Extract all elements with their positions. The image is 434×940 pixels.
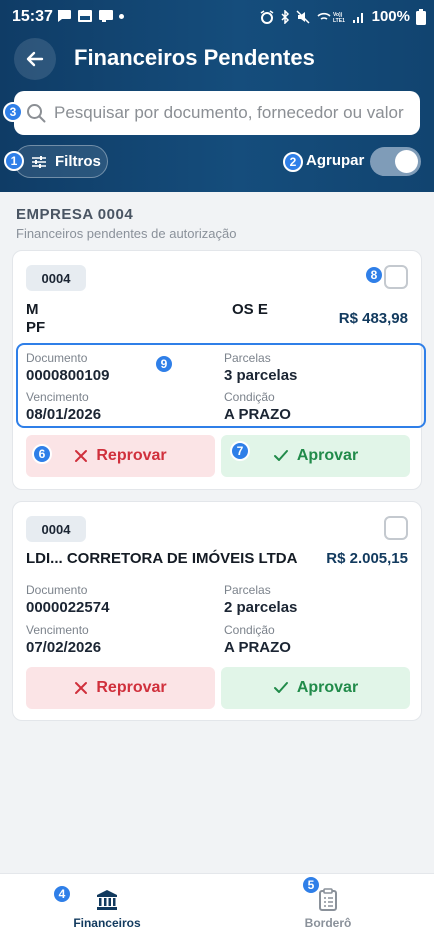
due-date-field: Vencimento 07/02/2026 [26, 623, 101, 656]
marker-3: 3 [3, 102, 23, 122]
nav-label-financeiros: Financeiros [73, 916, 141, 930]
filters-button[interactable]: Filtros [14, 145, 108, 178]
card-details-highlight [16, 343, 426, 428]
clipboard-list-icon [319, 888, 337, 911]
document-value: 0000022574 [26, 599, 110, 616]
marker-6: 6 [32, 444, 52, 464]
status-bar: 15:37 Vo)) LTE1 100% [0, 0, 434, 34]
sliders-icon [32, 155, 46, 168]
marker-4: 4 [52, 884, 72, 904]
nav-label-bordero: Borderô [304, 916, 352, 930]
status-right: Vo)) LTE1 100% [260, 8, 426, 25]
amount: R$ 2.005,15 [326, 550, 408, 567]
filters-label: Filtros [55, 153, 101, 170]
amount: R$ 483,98 [338, 310, 408, 327]
company-code-tag: 0004 [26, 516, 86, 542]
supplier-name-start: M [26, 301, 39, 318]
reject-label: Reprovar [96, 447, 167, 464]
svg-text:LTE1: LTE1 [333, 18, 345, 24]
dot-icon [119, 13, 124, 19]
check-icon [273, 450, 288, 461]
approve-label: Aprovar [296, 679, 359, 696]
marker-2: 2 [283, 152, 303, 172]
select-checkbox[interactable] [384, 265, 408, 289]
nav-item-bordero[interactable]: Borderô [268, 888, 388, 930]
condition-value: A PRAZO [224, 639, 291, 656]
supplier-name-line2: PF [26, 319, 46, 336]
battery-text: 100% [371, 8, 410, 25]
wifi-lte-icon: Vo))LTE1 [317, 12, 345, 24]
approve-label: Aprovar [296, 447, 359, 464]
parcels-label: Parcelas [224, 583, 271, 597]
status-time: 15:37 [12, 8, 53, 25]
check-icon [273, 682, 288, 693]
bank-icon [97, 890, 117, 910]
document-field: Documento 0000022574 [26, 583, 109, 616]
image-icon [78, 10, 92, 22]
toggle-knob [395, 150, 418, 173]
page-title: Financeiros Pendentes [74, 45, 315, 70]
chat-icon [57, 10, 71, 22]
search-input[interactable] [54, 103, 414, 123]
approve-button[interactable]: Aprovar [221, 667, 410, 709]
signal-icon [352, 12, 363, 23]
app-header: 15:37 Vo)) LTE1 100% Financeiros Pendente… [0, 0, 434, 192]
marker-5: 5 [301, 875, 321, 895]
bluetooth-icon [281, 9, 289, 24]
company-subtitle: Financeiros pendentes de autorização [16, 226, 237, 241]
due-date-value: 07/02/2026 [26, 639, 102, 656]
pending-card-2[interactable]: 0004 LDI... CORRETORA DE IMÓVEIS LTDA R$… [12, 501, 422, 721]
alarm-icon [260, 9, 274, 24]
parcels-value: 2 parcelas [224, 599, 298, 616]
marker-8: 8 [364, 265, 384, 285]
company-title: EMPRESA 0004 [16, 206, 134, 223]
back-button[interactable] [14, 38, 56, 80]
reject-label: Reprovar [96, 679, 167, 696]
parcels-field: Parcelas 2 parcelas [224, 583, 297, 616]
mute-icon [296, 9, 310, 24]
group-toggle[interactable] [370, 147, 421, 176]
close-icon [75, 682, 88, 694]
message-icon [99, 10, 113, 22]
document-label: Documento [26, 583, 88, 597]
marker-7: 7 [230, 441, 250, 461]
reject-button[interactable]: Reprovar [26, 435, 215, 477]
supplier-name: M OS E [26, 301, 268, 318]
condition-label: Condição [224, 623, 275, 637]
search-field[interactable] [14, 91, 420, 135]
supplier-name: LDI... CORRETORA DE IMÓVEIS LTDA [26, 550, 298, 567]
company-code-tag: 0004 [26, 265, 86, 291]
marker-9: 9 [154, 354, 174, 374]
bottom-navigation: Financeiros Borderô [0, 873, 434, 940]
close-icon [75, 450, 88, 462]
due-date-label: Vencimento [26, 623, 89, 637]
search-icon [27, 104, 46, 123]
battery-icon [416, 8, 426, 25]
reject-button[interactable]: Reprovar [26, 667, 215, 709]
notification-icons [56, 9, 124, 23]
marker-1: 1 [4, 151, 24, 171]
approve-button[interactable]: Aprovar [221, 435, 410, 477]
condition-field: Condição A PRAZO [224, 623, 291, 656]
group-label: Agrupar [306, 152, 365, 169]
select-checkbox[interactable] [384, 516, 408, 540]
supplier-name-end: OS E [232, 301, 268, 318]
arrow-left-icon [26, 51, 44, 67]
